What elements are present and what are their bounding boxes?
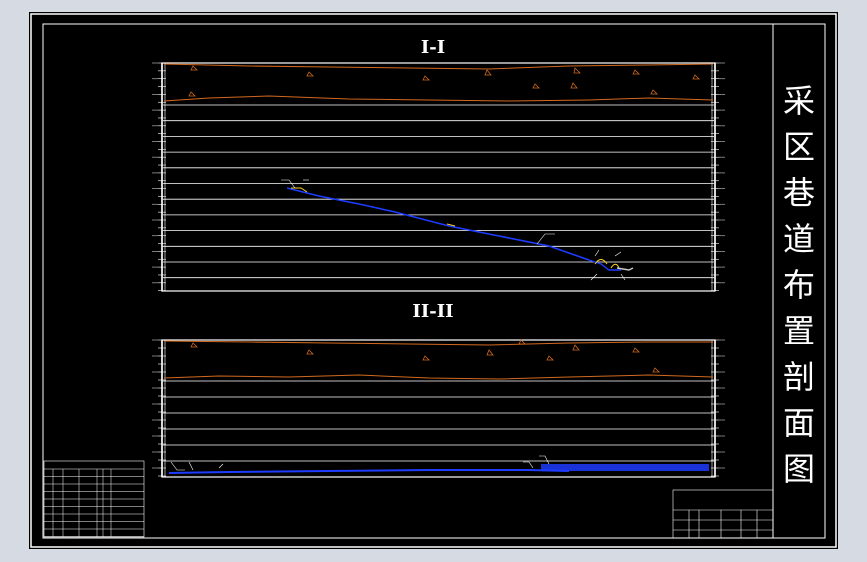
section-2-roadway-details bbox=[170, 455, 550, 471]
sheet-title-char: 图 bbox=[782, 450, 815, 488]
section-1-bedrock-line bbox=[163, 95, 714, 102]
section-2-ground-surface bbox=[163, 340, 713, 346]
section-2-bedrock-line bbox=[163, 374, 714, 380]
sheet-title-char: 剖 bbox=[782, 358, 815, 396]
sheet-title-char: 置 bbox=[782, 312, 815, 350]
section-1-scale-left bbox=[152, 62, 166, 291]
section-2-roadway-block bbox=[541, 464, 709, 471]
sheet-title-char: 布 bbox=[782, 266, 815, 304]
section-1-rock-symbols bbox=[188, 65, 700, 97]
section-2-level-lines bbox=[163, 380, 714, 462]
section-1-scale-right bbox=[711, 62, 725, 291]
cad-drawing bbox=[30, 13, 837, 548]
section-1-profile bbox=[152, 62, 725, 292]
section-1-ground-surface bbox=[163, 63, 714, 70]
section-2-horizontal-roadway bbox=[168, 469, 570, 474]
section-2-scale-right bbox=[711, 339, 725, 477]
sheet-title-char: 巷 bbox=[782, 174, 815, 212]
sheet-title-char: 道 bbox=[782, 220, 815, 258]
section-2-profile bbox=[152, 339, 725, 478]
section-2-frame bbox=[161, 339, 716, 478]
section-1-level-lines bbox=[163, 104, 714, 279]
sheet-title-char: 面 bbox=[782, 404, 815, 442]
drawing-sheet: I-I II-II 采 区 巷 道 布 置 剖 面 图 bbox=[29, 12, 838, 549]
section-2-scale-left bbox=[152, 339, 166, 477]
section-1-leader-lines bbox=[281, 179, 626, 281]
legend-table bbox=[43, 460, 145, 538]
sheet-title-char: 区 bbox=[782, 128, 815, 166]
title-block bbox=[672, 489, 774, 539]
section-1-title: I-I bbox=[420, 37, 446, 58]
section-2-title: II-II bbox=[412, 301, 454, 322]
sheet-title-char: 采 bbox=[782, 82, 815, 120]
section-2-rock-symbols bbox=[190, 339, 660, 373]
